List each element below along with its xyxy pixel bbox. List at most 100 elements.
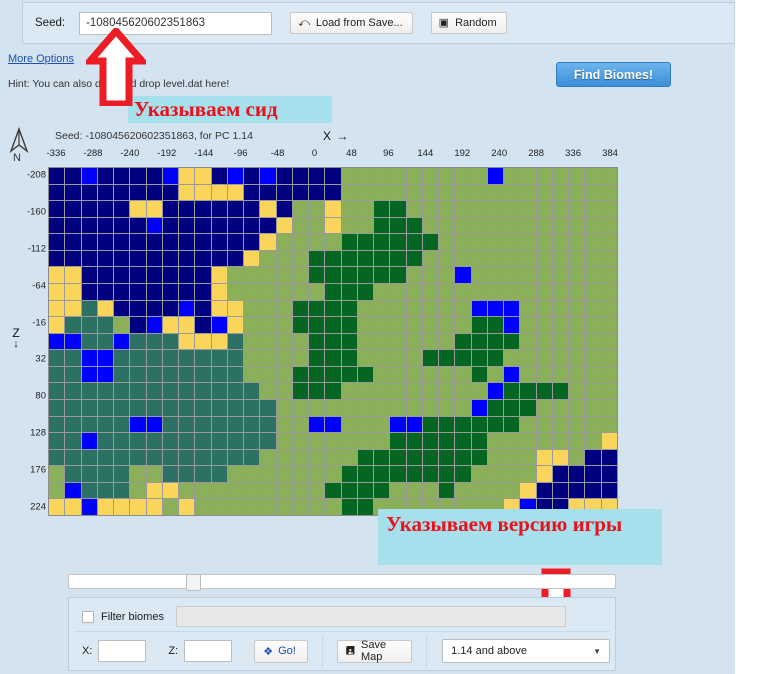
biome-cell: [471, 267, 487, 283]
biome-cell: [439, 234, 455, 250]
biome-cell: [552, 333, 569, 350]
more-options-link[interactable]: More Options: [8, 53, 74, 65]
biome-cell: [487, 366, 504, 383]
biome-cell: [97, 217, 114, 234]
biome-cell: [146, 317, 162, 333]
x-coordinate-input[interactable]: [98, 640, 147, 662]
filter-biomes-input[interactable]: [175, 606, 566, 627]
biome-cell: [487, 250, 504, 267]
biome-cell: [146, 433, 162, 449]
biome-cell: [585, 267, 601, 283]
biome-cell: [406, 317, 422, 333]
biome-cell: [292, 433, 309, 449]
filter-biomes-row: Filter biomes: [74, 602, 610, 632]
biome-cell: [260, 184, 276, 201]
biome-cell: [227, 267, 244, 283]
biome-cell: [81, 217, 97, 234]
biome-cell: [341, 399, 357, 416]
biome-cell: [292, 201, 309, 217]
biome-cell: [552, 201, 569, 217]
find-biomes-button[interactable]: Find Biomes!: [556, 62, 671, 87]
biome-cell: [601, 217, 617, 234]
biome-cell: [146, 234, 162, 250]
biome-cell: [146, 168, 162, 184]
biome-cell: [65, 267, 81, 283]
biome-cell: [97, 499, 114, 515]
zoom-slider-track[interactable]: [68, 574, 616, 591]
biome-cell: [81, 184, 97, 201]
biome-cell: [422, 184, 439, 201]
biome-cell: [146, 499, 162, 515]
biome-cell: [49, 383, 65, 399]
biome-cell: [244, 333, 260, 350]
biome-cell: [585, 234, 601, 250]
biome-cell: [146, 383, 162, 399]
biome-cell: [114, 283, 130, 300]
biome-cell: [227, 383, 244, 399]
biome-cell: [292, 499, 309, 515]
biome-cell: [244, 201, 260, 217]
biome-cell: [179, 283, 195, 300]
biome-cell: [357, 250, 374, 267]
biome-cell: [292, 283, 309, 300]
biome-cell: [390, 234, 406, 250]
biome-cell: [504, 317, 520, 333]
biome-cell: [422, 267, 439, 283]
biome-cell: [260, 201, 276, 217]
biome-cell: [601, 234, 617, 250]
annotation-version-note: Указываем версию игры: [378, 509, 662, 565]
biome-cell: [292, 234, 309, 250]
biome-cell: [390, 333, 406, 350]
biome-cell: [97, 449, 114, 466]
filter-biomes-checkbox[interactable]: [82, 610, 94, 623]
biome-cell: [260, 234, 276, 250]
biome-map-canvas[interactable]: [48, 167, 618, 516]
biome-cell: [211, 449, 227, 466]
go-button[interactable]: ❖ Go!: [254, 639, 308, 663]
biome-cell: [162, 383, 179, 399]
biome-cell: [114, 217, 130, 234]
biome-cell: [406, 283, 422, 300]
zoom-slider-handle[interactable]: [186, 574, 202, 591]
biome-cell: [309, 499, 325, 515]
biome-cell: [260, 433, 276, 449]
biome-cell: [422, 482, 439, 499]
biome-cell: [211, 168, 227, 184]
random-button[interactable]: ▣ Random: [430, 12, 507, 34]
version-select[interactable]: 1.14 and above ▼: [442, 639, 611, 663]
biome-cell: [114, 449, 130, 466]
biome-cell: [471, 366, 487, 383]
load-arrow-icon: ⤺: [298, 16, 310, 29]
biome-cell: [146, 283, 162, 300]
biome-cell: [195, 333, 211, 350]
biome-cell: [97, 350, 114, 366]
biome-cell: [292, 383, 309, 399]
biome-cell: [309, 433, 325, 449]
biome-cell: [341, 333, 357, 350]
z-tick: -112: [27, 243, 46, 255]
biome-cell: [244, 449, 260, 466]
biome-cell: [81, 283, 97, 300]
biome-cell: [341, 350, 357, 366]
biome-cell: [520, 383, 536, 399]
biome-cell: [601, 366, 617, 383]
biome-cell: [455, 201, 471, 217]
biome-cell: [81, 350, 97, 366]
biome-cell: [292, 350, 309, 366]
biome-cell: [601, 283, 617, 300]
biome-cell: [325, 184, 341, 201]
biome-cell: [211, 317, 227, 333]
biome-cell: [49, 317, 65, 333]
biome-cell: [585, 466, 601, 482]
load-from-save-button[interactable]: ⤺ Load from Save...: [290, 12, 413, 34]
dice-icon: ▣: [438, 16, 450, 29]
biome-cell: [569, 168, 585, 184]
biome-cell: [114, 433, 130, 449]
biome-cell: [292, 399, 309, 416]
biome-cell: [97, 333, 114, 350]
save-map-button[interactable]: 🖪 Save Map: [336, 639, 413, 663]
biome-cell: [585, 300, 601, 317]
biome-cell: [97, 466, 114, 482]
biome-cell: [585, 482, 601, 499]
z-coordinate-input[interactable]: [184, 640, 233, 662]
